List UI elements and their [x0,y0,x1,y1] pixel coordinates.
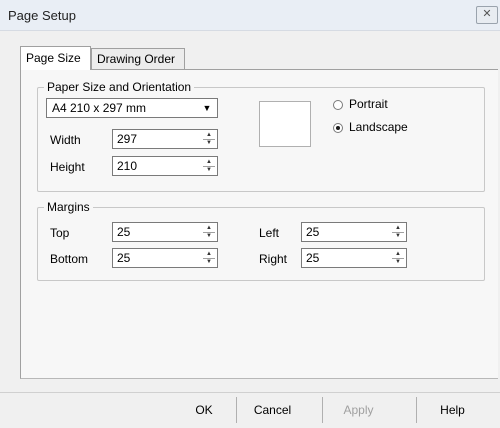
top-margin-spinner[interactable]: ▲ ▼ [203,224,215,240]
cancel-button[interactable]: Cancel [236,397,308,423]
top-margin-value: 25 [117,225,131,239]
top-label: Top [50,226,70,240]
help-button[interactable]: Help [416,397,488,423]
ok-button[interactable]: OK [168,397,240,423]
portrait-label[interactable]: Portrait [349,97,388,111]
spin-down-icon[interactable]: ▼ [203,258,215,266]
paper-size-value: A4 210 x 297 mm [52,101,147,115]
portrait-radio[interactable] [333,100,343,110]
close-button[interactable]: ✕ [476,6,498,24]
left-label: Left [259,226,280,240]
close-icon: ✕ [482,8,492,20]
height-value: 210 [117,159,138,173]
bottom-margin-value: 25 [117,251,131,265]
landscape-radio[interactable] [333,123,343,133]
height-field[interactable]: 210 ▲ ▼ [112,156,218,176]
window-title: Page Setup [8,8,76,23]
tab-page-size[interactable]: Page Size [20,46,91,70]
spin-down-icon[interactable]: ▼ [392,232,404,240]
width-value: 297 [117,132,138,146]
paper-size-select[interactable]: A4 210 x 297 mm ▼ [46,98,218,118]
footer-divider [0,392,500,393]
height-spinner[interactable]: ▲ ▼ [203,158,215,174]
width-spinner[interactable]: ▲ ▼ [203,131,215,147]
paper-group-label: Paper Size and Orientation [44,80,195,94]
width-field[interactable]: 297 ▲ ▼ [112,129,218,149]
radio-selected-dot [336,126,340,130]
chevron-down-icon[interactable]: ▼ [200,101,214,115]
bottom-margin-field[interactable]: 25 ▲ ▼ [112,248,218,268]
landscape-label[interactable]: Landscape [349,120,408,134]
spin-down-icon[interactable]: ▼ [392,258,404,266]
right-margin-spinner[interactable]: ▲ ▼ [392,250,404,266]
apply-button[interactable]: Apply [322,397,394,423]
right-margin-value: 25 [306,251,320,265]
orientation-preview [259,101,311,147]
bottom-margin-spinner[interactable]: ▲ ▼ [203,250,215,266]
bottom-label: Bottom [50,252,89,266]
right-label: Right [259,252,288,266]
top-margin-field[interactable]: 25 ▲ ▼ [112,222,218,242]
left-margin-spinner[interactable]: ▲ ▼ [392,224,404,240]
margins-group: Margins [37,200,485,281]
spin-down-icon[interactable]: ▼ [203,166,215,174]
tab-drawing-order[interactable]: Drawing Order [91,48,185,69]
spin-down-icon[interactable]: ▼ [203,232,215,240]
title-bar: Page Setup ✕ [0,0,500,31]
height-label: Height [50,160,85,174]
spin-down-icon[interactable]: ▼ [203,139,215,147]
width-label: Width [50,133,81,147]
tab-drawing-order-label: Drawing Order [97,52,176,66]
left-margin-field[interactable]: 25 ▲ ▼ [301,222,407,242]
left-margin-value: 25 [306,225,320,239]
margins-group-label: Margins [44,200,93,214]
tab-page-size-label: Page Size [26,51,81,65]
right-margin-field[interactable]: 25 ▲ ▼ [301,248,407,268]
